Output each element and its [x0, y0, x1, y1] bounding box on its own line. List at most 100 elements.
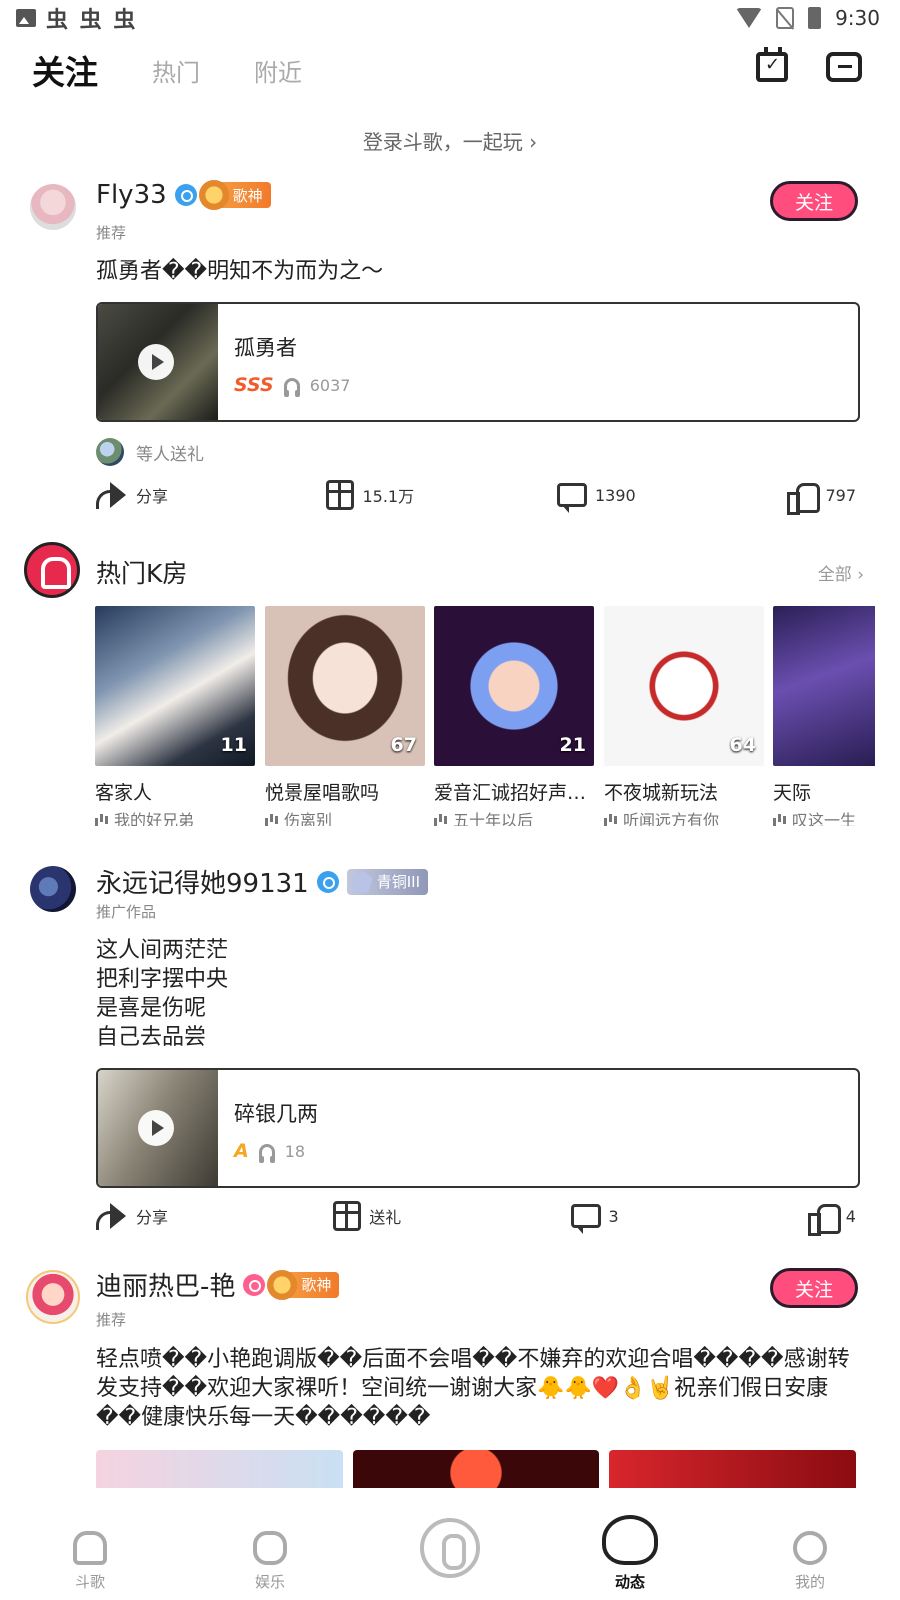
room-name: 不夜城新玩法 — [604, 782, 719, 804]
no-sim-icon — [776, 7, 795, 29]
level-badge: 青铜III — [346, 868, 428, 895]
post-media — [96, 1450, 857, 1488]
room-card[interactable]: 11 客家人 我的好兄弟 — [95, 606, 255, 826]
room-song-title: 叹这一生 — [792, 811, 857, 826]
user-name[interactable]: 迪丽热巴-艳 — [96, 1266, 235, 1303]
avatar[interactable] — [30, 184, 76, 230]
song-title: 孤勇者 — [234, 336, 297, 360]
post-image[interactable] — [96, 1450, 343, 1488]
room-cover: 11 — [95, 606, 255, 766]
room-card[interactable]: 64 不夜城新玩法 听闻远方有你 — [604, 606, 764, 826]
room-list: 11 客家人 我的好兄弟 67 悦景屋唱歌吗 伤离别 21 爱音汇诚招好声… 五… — [95, 606, 875, 826]
room-cover — [773, 606, 875, 766]
song-meta: SSS 6037 — [234, 374, 350, 397]
equalizer-icon — [265, 812, 279, 826]
gift-senders[interactable]: 等人送礼 — [96, 438, 204, 466]
play-icon[interactable] — [138, 1110, 174, 1146]
crown-emblem-icon — [267, 1269, 298, 1300]
song-card[interactable]: 碎银几两 A 18 — [96, 1068, 860, 1188]
login-prompt[interactable]: 登录斗歌，一起玩 › — [0, 126, 900, 155]
top-actions — [756, 47, 862, 82]
room-cover: 21 — [434, 606, 594, 766]
nav-label: 娱乐 — [254, 1573, 285, 1591]
post-image[interactable] — [609, 1450, 857, 1488]
calendar-check-icon[interactable] — [756, 47, 788, 82]
thumbs-up-icon — [787, 481, 821, 515]
nav-entertainment[interactable]: 娱乐 — [210, 1531, 330, 1592]
gift-label: 送礼 — [369, 1208, 402, 1227]
verified-icon — [243, 1273, 266, 1296]
nav-sing[interactable] — [390, 1518, 510, 1592]
room-current-song: 伤离别 — [265, 807, 425, 826]
badge-label: 歌神 — [232, 186, 263, 205]
ktv-logo-icon — [24, 542, 80, 598]
post-source-label: 推荐 — [96, 1311, 127, 1329]
room-current-song: 听闻远方有你 — [604, 807, 764, 826]
headphone-icon — [258, 1144, 275, 1163]
room-member-count: 64 — [729, 734, 756, 756]
share-label: 分享 — [136, 487, 169, 506]
room-song-title: 五十年以后 — [453, 811, 534, 826]
room-card[interactable]: 21 爱音汇诚招好声… 五十年以后 — [434, 606, 594, 826]
follow-button[interactable]: 关注 — [770, 1268, 858, 1308]
share-button[interactable]: 分享 — [96, 1203, 256, 1230]
nav-feed[interactable]: 动态 — [570, 1515, 690, 1592]
song-card[interactable]: 孤勇者 SSS 6037 — [96, 302, 860, 422]
view-all-link[interactable]: 全部 › — [818, 560, 864, 585]
message-icon[interactable] — [826, 52, 862, 82]
room-member-count: 21 — [559, 734, 586, 756]
follow-button[interactable]: 关注 — [770, 181, 858, 221]
level-badge: 歌神 — [267, 1269, 340, 1300]
user-name[interactable]: Fly33 — [96, 180, 167, 210]
user-name[interactable]: 永远记得她99131 — [96, 863, 309, 900]
room-card[interactable]: 天际 叹这一生 — [773, 606, 875, 826]
status-bar: 虫 虫 虫 9:30 — [0, 0, 900, 36]
gift-senders-label: 等人送礼 — [136, 444, 204, 465]
nav-home[interactable]: 斗歌 — [30, 1531, 150, 1592]
post-image[interactable] — [352, 1450, 600, 1488]
room-card[interactable]: 67 悦景屋唱歌吗 伤离别 — [265, 606, 425, 826]
battery-icon — [808, 7, 822, 29]
song-cover — [98, 304, 218, 420]
tab-popular[interactable]: 热门 — [152, 53, 200, 88]
badge-label: 歌神 — [301, 1276, 332, 1294]
like-button[interactable]: 4 — [807, 1202, 856, 1236]
play-icon[interactable] — [138, 344, 174, 380]
nav-me[interactable]: 我的 — [750, 1531, 870, 1592]
gift-icon — [333, 1201, 362, 1231]
avatar[interactable] — [26, 1270, 80, 1324]
avatar[interactable] — [30, 866, 76, 912]
share-button[interactable]: 分享 — [96, 482, 256, 509]
comment-count: 3 — [608, 1206, 619, 1226]
song-title: 碎银几两 — [234, 1102, 318, 1126]
gallery-notification-icon — [16, 9, 36, 27]
post-source-label: 推广作品 — [96, 903, 157, 921]
tab-following[interactable]: 关注 — [32, 46, 98, 94]
room-name: 客家人 — [95, 782, 153, 804]
room-name: 悦景屋唱歌吗 — [265, 782, 380, 804]
tab-nearby[interactable]: 附近 — [254, 53, 302, 88]
like-button[interactable]: 797 — [787, 481, 856, 515]
post-text: 孤勇者��明知不为而为之～ — [96, 259, 384, 284]
gift-count: 15.1万 — [362, 487, 415, 506]
wifi-icon — [736, 8, 763, 28]
equalizer-icon — [773, 812, 787, 826]
gift-button[interactable]: 15.1万 — [326, 480, 486, 510]
crown-emblem-icon — [198, 180, 229, 210]
room-member-count: 67 — [390, 734, 417, 756]
gem-icon — [350, 870, 373, 893]
gift-button[interactable]: 送礼 — [333, 1201, 493, 1231]
nav-label: 我的 — [794, 1573, 825, 1591]
verified-icon — [174, 184, 197, 206]
share-icon — [96, 482, 128, 509]
comment-icon — [556, 483, 587, 513]
comment-button[interactable]: 1390 — [556, 483, 717, 513]
equalizer-icon — [604, 812, 618, 826]
post-text: 这人间两茫茫 把利字摆中央 是喜是伤呢 自己去品尝 — [96, 938, 229, 1050]
share-icon — [96, 1203, 128, 1230]
equalizer-icon — [434, 812, 448, 826]
comment-button[interactable]: 3 — [570, 1204, 731, 1234]
home-icon — [73, 1531, 107, 1565]
song-meta: A 18 — [234, 1140, 305, 1163]
room-current-song: 叹这一生 — [773, 807, 875, 826]
